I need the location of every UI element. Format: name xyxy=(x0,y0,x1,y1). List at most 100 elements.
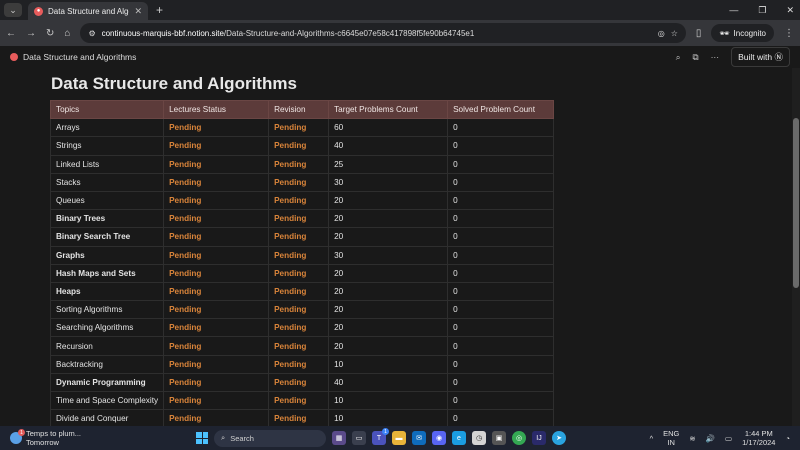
cell-topic[interactable]: Sorting Algorithms xyxy=(49,300,165,320)
table-row[interactable]: Recursion Pending Pending 20 0 xyxy=(49,336,555,356)
cell-solved-count[interactable]: 0 xyxy=(447,154,555,174)
cell-solved-count[interactable]: 0 xyxy=(447,354,555,374)
header-revision[interactable]: Revision xyxy=(268,99,330,120)
cell-revision[interactable]: Pending xyxy=(268,136,330,156)
cell-revision[interactable]: Pending xyxy=(268,209,330,229)
cell-topic[interactable]: Hash Maps and Sets xyxy=(49,263,165,283)
language-indicator[interactable]: ENG IN xyxy=(663,429,679,447)
header-topics[interactable]: Topics xyxy=(49,99,165,120)
cell-lecture-status[interactable]: Pending xyxy=(163,190,270,211)
file-explorer-icon[interactable]: ▬ xyxy=(392,431,406,445)
cell-target-count[interactable]: 30 xyxy=(328,172,449,192)
close-window-icon[interactable]: ✕ xyxy=(786,5,794,16)
cell-solved-count[interactable]: 0 xyxy=(447,300,555,320)
store-icon[interactable]: ▣ xyxy=(492,431,506,445)
cell-revision[interactable]: Pending xyxy=(268,390,330,411)
cell-revision[interactable]: Pending xyxy=(268,336,330,356)
duplicate-icon[interactable]: ⧉ xyxy=(693,52,699,63)
tab-search-button[interactable]: ⌄ xyxy=(4,3,22,17)
cell-topic[interactable]: Heaps xyxy=(49,281,165,302)
table-row[interactable]: Heaps Pending Pending 20 0 xyxy=(49,281,555,302)
built-with-button[interactable]: Built with Ⓝ xyxy=(731,47,790,67)
windows-start-icon[interactable] xyxy=(196,432,208,444)
cell-solved-count[interactable]: 0 xyxy=(447,336,555,356)
cell-solved-count[interactable]: 0 xyxy=(447,227,555,247)
cell-target-count[interactable]: 20 xyxy=(328,190,449,211)
cell-solved-count[interactable]: 0 xyxy=(447,190,555,211)
forward-icon[interactable]: → xyxy=(26,28,36,39)
cell-solved-count[interactable]: 0 xyxy=(447,263,555,283)
header-target-count[interactable]: Target Problems Count xyxy=(328,99,449,120)
cell-revision[interactable]: Pending xyxy=(268,300,330,320)
table-row[interactable]: Linked Lists Pending Pending 25 0 xyxy=(49,154,555,174)
cell-target-count[interactable]: 20 xyxy=(328,227,449,247)
incognito-badge[interactable]: 🕶 Incognito xyxy=(711,24,774,42)
cell-solved-count[interactable]: 0 xyxy=(447,409,555,426)
cell-target-count[interactable]: 10 xyxy=(328,409,449,426)
cell-solved-count[interactable]: 0 xyxy=(447,372,555,393)
table-row[interactable]: Backtracking Pending Pending 10 0 xyxy=(49,354,555,374)
table-row[interactable]: Stacks Pending Pending 30 0 xyxy=(49,172,555,192)
page-scrollbar[interactable] xyxy=(792,68,800,426)
cell-topic[interactable]: Recursion xyxy=(49,336,165,356)
cell-lecture-status[interactable]: Pending xyxy=(163,118,270,138)
cell-topic[interactable]: Searching Algorithms xyxy=(49,318,165,338)
cell-lecture-status[interactable]: Pending xyxy=(163,354,270,374)
cell-target-count[interactable]: 60 xyxy=(328,118,449,138)
cell-target-count[interactable]: 40 xyxy=(328,136,449,156)
cell-solved-count[interactable]: 0 xyxy=(447,318,555,338)
battery-icon[interactable]: ▭ xyxy=(725,434,732,443)
cell-solved-count[interactable]: 0 xyxy=(447,118,555,138)
cell-target-count[interactable]: 10 xyxy=(328,390,449,411)
wifi-icon[interactable]: ≋ xyxy=(689,434,695,443)
edge-icon[interactable]: e xyxy=(452,431,466,445)
cell-target-count[interactable]: 25 xyxy=(328,154,449,174)
cell-revision[interactable]: Pending xyxy=(268,227,330,247)
browser-menu-icon[interactable]: ⋮ xyxy=(784,28,794,39)
cell-topic[interactable]: Stacks xyxy=(49,172,165,192)
cell-target-count[interactable]: 20 xyxy=(328,281,449,302)
task-view-icon[interactable]: ▭ xyxy=(352,431,366,445)
cell-revision[interactable]: Pending xyxy=(268,354,330,374)
maximize-icon[interactable]: ❐ xyxy=(758,5,766,16)
cell-revision[interactable]: Pending xyxy=(268,154,330,174)
widgets-icon[interactable]: ▦ xyxy=(332,431,346,445)
close-icon[interactable]: ✕ xyxy=(134,6,142,17)
cell-solved-count[interactable]: 0 xyxy=(447,390,555,411)
discord-icon[interactable]: ◉ xyxy=(432,431,446,445)
home-icon[interactable]: ⌂ xyxy=(64,28,70,39)
notifications-icon[interactable]: ◔ xyxy=(785,434,790,443)
cell-target-count[interactable]: 20 xyxy=(328,318,449,338)
cell-lecture-status[interactable]: Pending xyxy=(163,336,270,356)
cell-revision[interactable]: Pending xyxy=(268,172,330,192)
reload-icon[interactable]: ↻ xyxy=(46,28,54,39)
cell-lecture-status[interactable]: Pending xyxy=(163,390,270,411)
cell-revision[interactable]: Pending xyxy=(268,318,330,338)
cell-topic[interactable]: Binary Trees xyxy=(49,209,165,229)
cell-lecture-status[interactable]: Pending xyxy=(163,263,270,283)
telegram-icon[interactable]: ➤ xyxy=(552,431,566,445)
minimize-icon[interactable]: — xyxy=(729,5,738,15)
table-row[interactable]: Graphs Pending Pending 30 0 xyxy=(49,245,555,265)
cell-revision[interactable]: Pending xyxy=(268,190,330,211)
table-row[interactable]: Hash Maps and Sets Pending Pending 20 0 xyxy=(49,263,555,283)
side-panel-icon[interactable]: ▯ xyxy=(696,28,702,39)
cell-topic[interactable]: Arrays xyxy=(49,118,165,138)
eye-off-icon[interactable]: ◎ xyxy=(658,29,665,38)
cell-revision[interactable]: Pending xyxy=(268,263,330,283)
cell-topic[interactable]: Divide and Conquer xyxy=(49,409,165,426)
cell-solved-count[interactable]: 0 xyxy=(447,281,555,302)
cell-revision[interactable]: Pending xyxy=(268,281,330,302)
cell-target-count[interactable]: 10 xyxy=(328,354,449,374)
cell-topic[interactable]: Graphs xyxy=(49,245,165,265)
cell-topic[interactable]: Strings xyxy=(49,136,165,156)
cell-lecture-status[interactable]: Pending xyxy=(163,209,270,229)
weather-widget[interactable]: 1 Temps to plum... Tomorrow xyxy=(0,429,190,447)
table-row[interactable]: Binary Trees Pending Pending 20 0 xyxy=(49,209,555,229)
scrollbar-thumb[interactable] xyxy=(793,118,799,288)
cell-solved-count[interactable]: 0 xyxy=(447,136,555,156)
cell-solved-count[interactable]: 0 xyxy=(447,209,555,229)
notion-breadcrumb[interactable]: Data Structure and Algorithms xyxy=(10,52,676,62)
chrome-icon[interactable]: ◎ xyxy=(512,431,526,445)
tray-overflow-icon[interactable]: ^ xyxy=(650,434,654,443)
